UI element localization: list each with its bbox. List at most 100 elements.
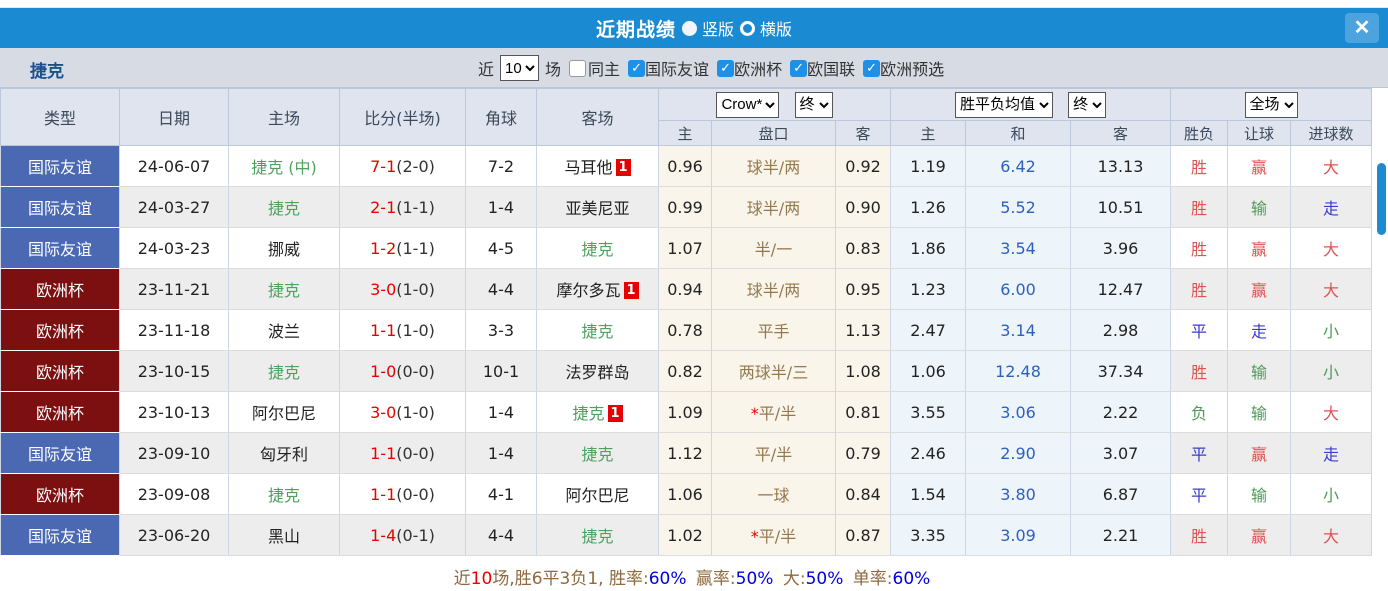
away-team: 捷克 — [536, 514, 659, 556]
away-team: 亚美尼亚 — [536, 186, 659, 228]
same-home-label[interactable]: 同主 — [588, 56, 620, 80]
nations-league-label[interactable]: 欧国联 — [807, 56, 855, 80]
score-cell: 1-1(1-0) — [339, 309, 466, 351]
avg-draw: 3.06 — [965, 391, 1072, 433]
home-team: 捷克 — [228, 186, 340, 228]
odds-stage-select[interactable]: 终 — [794, 91, 833, 118]
period-select[interactable]: 全场 — [1244, 91, 1298, 118]
score-cell: 1-1(0-0) — [339, 432, 466, 474]
subcol-goals: 进球数 — [1290, 120, 1373, 146]
match-type-badge: 欧洲杯 — [0, 309, 120, 351]
eurocup-label[interactable]: 欧洲杯 — [734, 56, 782, 80]
friendly-label[interactable]: 国际友谊 — [645, 56, 709, 80]
table-row: 欧洲杯 23-11-21 捷克 3-0(1-0) 4-4 摩尔多瓦 1 0.94 … — [0, 268, 1373, 310]
summary-handicap-label: 赢率: — [695, 569, 736, 589]
subcol-handicap-line: 盘口 — [711, 120, 836, 146]
result-goals: 大 — [1290, 268, 1373, 310]
corner-score: 1-4 — [465, 432, 537, 474]
avg-draw: 3.14 — [965, 309, 1072, 351]
euro-qualifier-checkbox[interactable]: ✓ — [863, 59, 881, 77]
friendly-checkbox[interactable]: ✓ — [628, 59, 646, 77]
euro-qualifier-label[interactable]: 欧洲预选 — [880, 56, 944, 80]
title-bar: 近期战绩 竖版 横版 ✕ — [0, 8, 1388, 48]
result-handicap: 赢 — [1227, 227, 1292, 269]
handicap-line: 一球 — [711, 473, 836, 515]
avg-home-win: 1.26 — [890, 186, 967, 228]
col-header-score: 比分(半场) — [339, 88, 466, 146]
avg-draw: 12.48 — [965, 350, 1072, 392]
star-marker: * — [750, 404, 759, 423]
result-wdl: 平 — [1170, 473, 1229, 515]
handicap-home-odds: 0.96 — [658, 145, 712, 187]
home-team: 阿尔巴尼 — [228, 391, 340, 433]
vertical-layout-label[interactable]: 竖版 — [702, 16, 734, 40]
radio-horizontal-layout[interactable] — [740, 20, 755, 36]
subcol-avg-draw: 和 — [965, 120, 1072, 146]
rank-badge: 1 — [623, 282, 639, 299]
result-handicap: 输 — [1227, 350, 1292, 392]
away-team: 捷克 1 — [536, 391, 659, 433]
result-handicap: 走 — [1227, 309, 1292, 351]
corner-score: 1-4 — [465, 391, 537, 433]
avg-draw: 5.52 — [965, 186, 1072, 228]
avg-draw: 3.54 — [965, 227, 1072, 269]
result-goals: 大 — [1290, 227, 1373, 269]
result-handicap: 赢 — [1227, 514, 1292, 556]
same-home-checkbox[interactable] — [569, 59, 587, 77]
avg-away-win: 10.51 — [1070, 186, 1172, 228]
handicap-line: *平/半 — [711, 514, 836, 556]
scrollbar-thumb[interactable] — [1377, 163, 1386, 235]
avg-group-header: 胜平负均值 终 — [890, 88, 1172, 121]
eurocup-checkbox[interactable]: ✓ — [717, 59, 735, 77]
away-team: 马耳他 1 — [536, 145, 659, 187]
result-wdl: 胜 — [1170, 145, 1229, 187]
handicap-home-odds: 0.99 — [658, 186, 712, 228]
avg-stage-select[interactable]: 终 — [1068, 91, 1107, 118]
corner-score: 4-5 — [465, 227, 537, 269]
handicap-line: 球半/两 — [711, 145, 836, 187]
avg-home-win: 3.35 — [890, 514, 967, 556]
rank-badge: 1 — [607, 405, 623, 422]
close-button[interactable]: ✕ — [1345, 13, 1379, 43]
handicap-away-odds: 0.79 — [834, 432, 892, 474]
odds-group-header: Crow* 终 — [657, 88, 892, 121]
score-cell: 1-1(0-0) — [339, 473, 466, 515]
match-type-badge: 国际友谊 — [0, 227, 120, 269]
match-type-badge: 欧洲杯 — [0, 268, 120, 310]
avg-draw: 2.90 — [965, 432, 1072, 474]
subcol-odds-away: 客 — [834, 120, 892, 146]
result-goals: 大 — [1290, 145, 1373, 187]
summary-handicap-rate: 50% — [735, 569, 774, 589]
home-team: 捷克 — [228, 268, 340, 310]
results-table: 类型 日期 主场 比分(半场) 角球 客场 Crow* 终 胜平负均值 终 全场 — [0, 88, 1373, 556]
handicap-away-odds: 0.83 — [834, 227, 892, 269]
horizontal-layout-label[interactable]: 横版 — [760, 16, 792, 40]
result-goals: 走 — [1290, 432, 1373, 474]
result-wdl: 平 — [1170, 432, 1229, 474]
subcol-avg-away: 客 — [1070, 120, 1172, 146]
avg-home-win: 1.86 — [890, 227, 967, 269]
home-team: 黑山 — [228, 514, 340, 556]
match-type-badge: 欧洲杯 — [0, 473, 120, 515]
nations-league-checkbox[interactable]: ✓ — [790, 59, 808, 77]
radio-vertical-layout[interactable] — [681, 20, 697, 36]
avg-type-select[interactable]: 胜平负均值 — [954, 91, 1053, 118]
match-date: 23-10-15 — [119, 350, 229, 392]
result-wdl: 胜 — [1170, 268, 1229, 310]
result-handicap: 赢 — [1227, 268, 1292, 310]
summary-win-rate: 60% — [648, 569, 687, 589]
handicap-home-odds: 0.78 — [658, 309, 712, 351]
home-team: 捷克 — [228, 350, 340, 392]
col-header-corner: 角球 — [465, 88, 537, 146]
home-team: 匈牙利 — [228, 432, 340, 474]
match-type-badge: 欧洲杯 — [0, 391, 120, 433]
away-team: 捷克 — [536, 227, 659, 269]
summary-count: 10 — [470, 569, 493, 589]
avg-away-win: 13.13 — [1070, 145, 1172, 187]
score-cell: 1-4(0-1) — [339, 514, 466, 556]
bookmaker-select[interactable]: Crow* — [716, 91, 780, 118]
team-name-label: 捷克 — [30, 62, 64, 82]
recent-count-select[interactable]: 10 — [500, 55, 540, 81]
avg-home-win: 3.55 — [890, 391, 967, 433]
away-team: 阿尔巴尼 — [536, 473, 659, 515]
